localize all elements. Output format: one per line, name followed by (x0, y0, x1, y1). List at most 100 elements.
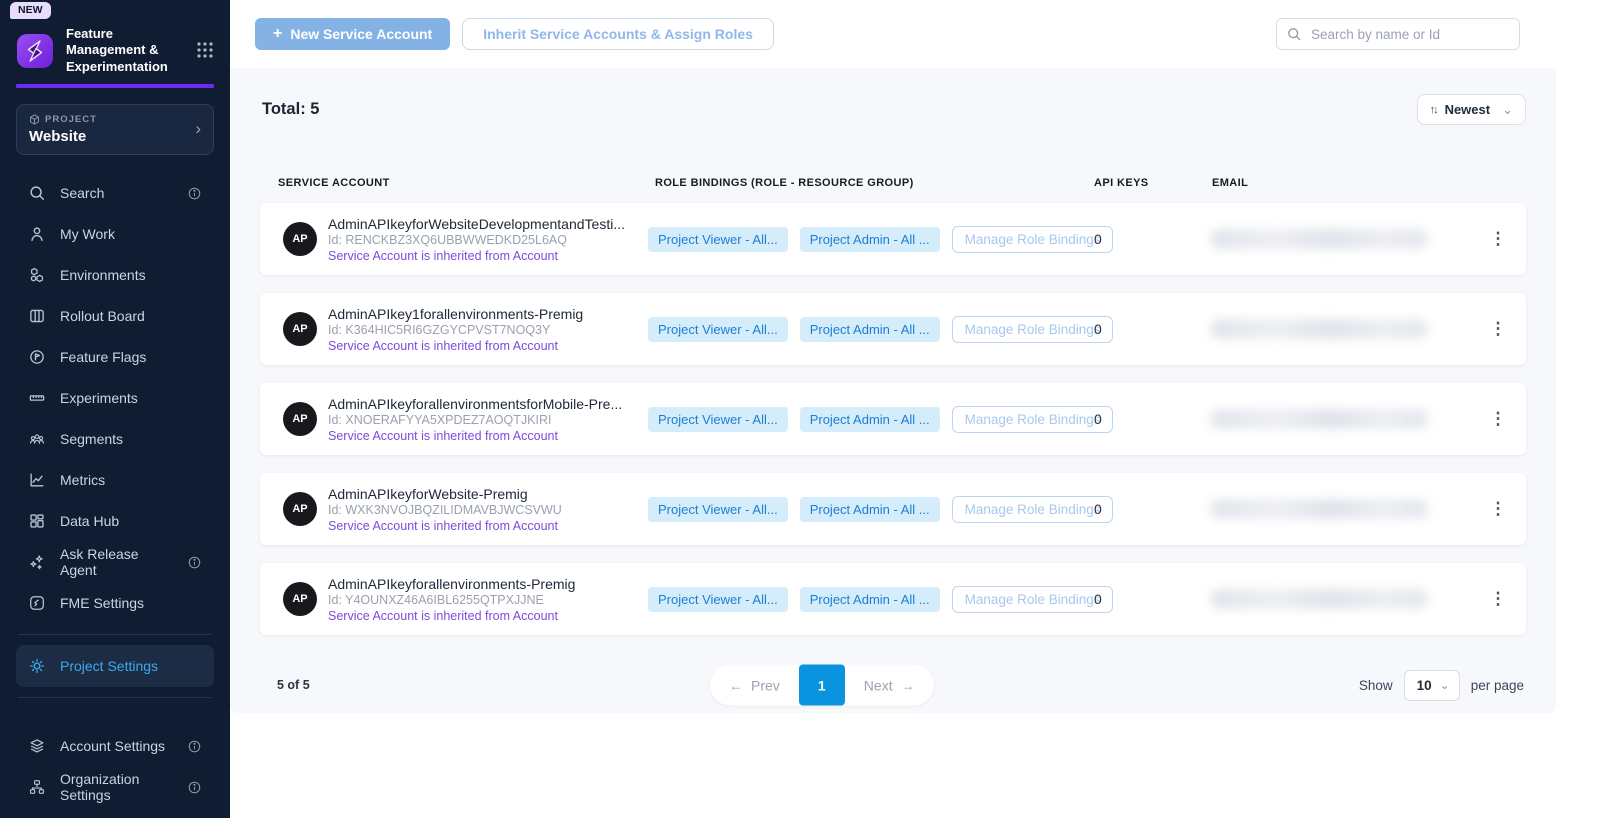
divider (18, 697, 212, 698)
api-keys-count: 0 (1094, 231, 1210, 247)
inherit-label: Inherit Service Accounts & Assign Roles (483, 26, 753, 42)
sort-dropdown[interactable]: ↑↓ Newest ⌄ (1417, 94, 1526, 125)
api-keys-count: 0 (1094, 591, 1210, 607)
sidebar: NEW Feature Management & Experimentation (0, 0, 230, 818)
role-badge: Project Viewer - All... (648, 497, 788, 522)
role-badge: Project Admin - All ... (800, 407, 940, 432)
sidebar-item-organization-settings[interactable]: Organization Settings (16, 767, 214, 808)
sidebar-item-label: Feature Flags (60, 349, 146, 365)
kebab-menu-icon[interactable]: ⋮ (1470, 589, 1526, 609)
sidebar-item-fme-settings[interactable]: FME Settings (16, 583, 214, 624)
sidebar-item-account-settings[interactable]: Account Settings (16, 726, 214, 767)
grid-squares-icon (28, 512, 46, 530)
manage-role-bindings-button[interactable]: Manage Role Bindings (952, 406, 1114, 433)
sidebar-item-environments[interactable]: Environments (16, 255, 214, 296)
brand-header: NEW Feature Management & Experimentation (16, 0, 214, 88)
page-size-control: Show 10 ⌄ per page (1359, 670, 1526, 701)
page-count: 5 of 5 (260, 678, 310, 692)
service-accounts-panel: Total: 5 ↑↓ Newest ⌄ SERVICE ACCOUNT ROL… (230, 68, 1556, 713)
kebab-menu-icon[interactable]: ⋮ (1470, 499, 1526, 519)
avatar: AP (283, 312, 317, 346)
flag-circle-icon (28, 348, 46, 366)
sidebar-item-search[interactable]: Search (16, 173, 214, 214)
manage-role-bindings-button[interactable]: Manage Role Bindings (952, 316, 1114, 343)
sidebar-item-metrics[interactable]: Metrics (16, 460, 214, 501)
plus-icon: + (273, 25, 282, 43)
divider (18, 634, 212, 635)
service-account-id: Id: WXK3NVOJBQZILIDMAVBJWCSVWU (328, 503, 562, 517)
role-badge: Project Admin - All ... (800, 587, 940, 612)
inherited-note: Service Account is inherited from Accoun… (328, 249, 625, 263)
column-header-service-account: SERVICE ACCOUNT (260, 177, 648, 189)
apps-grid-icon[interactable] (196, 41, 214, 59)
project-label: PROJECT (45, 114, 97, 125)
role-badge: Project Viewer - All... (648, 587, 788, 612)
sidebar-item-experiments[interactable]: Experiments (16, 378, 214, 419)
search-box (1276, 18, 1520, 50)
sidebar-item-label: Experiments (60, 390, 138, 406)
table-row: AP AdminAPIkeyforallenvironmentsforMobil… (260, 383, 1526, 455)
sidebar-item-data-hub[interactable]: Data Hub (16, 501, 214, 542)
info-icon[interactable] (187, 739, 202, 754)
project-selector[interactable]: PROJECT Website › (16, 104, 214, 155)
new-badge: NEW (10, 2, 51, 19)
avatar: AP (283, 582, 317, 616)
service-account-name: AdminAPIkeyforWebsiteDevelopmentandTesti… (328, 216, 625, 232)
kebab-menu-icon[interactable]: ⋮ (1470, 229, 1526, 249)
sidebar-item-label: Segments (60, 431, 123, 447)
role-badge: Project Admin - All ... (800, 227, 940, 252)
service-account-id: Id: Y4OUNXZ46A6IBL6255QTPXJJNE (328, 593, 575, 607)
api-keys-count: 0 (1094, 321, 1210, 337)
api-keys-count: 0 (1094, 501, 1210, 517)
chevron-down-icon: ⌄ (1502, 102, 1513, 118)
info-icon[interactable] (187, 555, 202, 570)
sidebar-item-ask-release-agent[interactable]: Ask Release Agent (16, 542, 214, 583)
manage-role-bindings-button[interactable]: Manage Role Bindings (952, 496, 1114, 523)
next-page-button[interactable]: Next → (845, 665, 934, 706)
sidebar-item-project-settings[interactable]: Project Settings (16, 645, 214, 687)
email-redacted (1210, 229, 1428, 249)
next-label: Next (864, 677, 893, 693)
board-columns-icon (28, 307, 46, 325)
pager: ← Prev 1 Next → (710, 665, 934, 706)
fme-logo (16, 31, 54, 69)
column-header-role-bindings: ROLE BINDINGS (ROLE - RESOURCE GROUP) (648, 177, 1094, 189)
service-account-name: AdminAPIkey1forallenvironments-Premig (328, 306, 583, 322)
search-input[interactable] (1276, 18, 1520, 50)
sort-icon: ↑↓ (1430, 104, 1437, 116)
column-header-email: EMAIL (1210, 177, 1526, 189)
page-size-dropdown[interactable]: 10 ⌄ (1404, 670, 1460, 701)
api-keys-count: 0 (1094, 411, 1210, 427)
info-icon[interactable] (187, 780, 202, 795)
chevron-right-icon: › (195, 119, 201, 139)
sort-label: Newest (1445, 102, 1491, 117)
table-body: AP AdminAPIkeyforWebsiteDevelopmentandTe… (260, 203, 1526, 635)
kebab-menu-icon[interactable]: ⋮ (1470, 409, 1526, 429)
table-row: AP AdminAPIkey1forallenvironments-Premig… (260, 293, 1526, 365)
per-page-label: per page (1471, 678, 1524, 693)
info-icon[interactable] (187, 186, 202, 201)
sidebar-item-segments[interactable]: Segments (16, 419, 214, 460)
brand-underline (16, 84, 214, 88)
new-service-account-label: New Service Account (290, 26, 432, 42)
current-page-button[interactable]: 1 (799, 665, 845, 706)
pagination-bar: 5 of 5 ← Prev 1 Next → Show 10 ⌄ per pag… (260, 653, 1526, 717)
total-count: Total: 5 (260, 100, 319, 119)
table-row: AP AdminAPIkeyforallenvironments-Premig … (260, 563, 1526, 635)
sparkles-icon (28, 553, 46, 571)
main-content: + New Service Account Inherit Service Ac… (230, 0, 1600, 818)
inherit-service-accounts-button[interactable]: Inherit Service Accounts & Assign Roles (462, 18, 774, 50)
new-service-account-button[interactable]: + New Service Account (255, 18, 450, 50)
sidebar-nav: Search My Work Environments (16, 173, 214, 808)
sidebar-item-rollout-board[interactable]: Rollout Board (16, 296, 214, 337)
manage-role-bindings-button[interactable]: Manage Role Bindings (952, 586, 1114, 613)
role-badge: Project Admin - All ... (800, 497, 940, 522)
sidebar-item-feature-flags[interactable]: Feature Flags (16, 337, 214, 378)
prev-page-button[interactable]: ← Prev (710, 665, 799, 706)
sidebar-item-my-work[interactable]: My Work (16, 214, 214, 255)
manage-role-bindings-button[interactable]: Manage Role Bindings (952, 226, 1114, 253)
org-chart-icon (28, 778, 46, 796)
arrow-left-icon: ← (729, 677, 743, 693)
kebab-menu-icon[interactable]: ⋮ (1470, 319, 1526, 339)
page-size-value: 10 (1417, 678, 1432, 693)
